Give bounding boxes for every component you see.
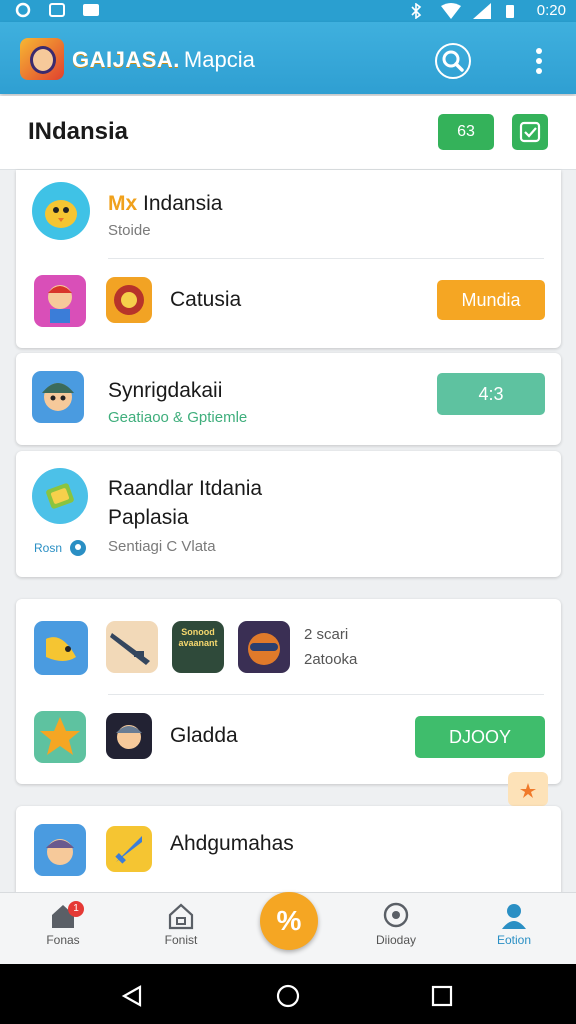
home-circle-icon[interactable] <box>276 984 300 1013</box>
system-navigation-bar <box>0 964 576 1024</box>
app-name: Catusia <box>170 288 242 311</box>
floating-chip[interactable] <box>508 772 548 806</box>
fab-button[interactable]: % <box>260 892 318 950</box>
back-icon[interactable] <box>120 984 144 1013</box>
search-button[interactable] <box>434 42 472 80</box>
app-card[interactable]: Ahdgumahas <box>16 806 561 906</box>
nav-label: Diioday <box>375 933 417 947</box>
character-app-icon <box>34 275 86 327</box>
game-thumbnail: Sonood avaanant <box>172 621 224 673</box>
signal-icon <box>472 2 491 19</box>
location-pin-icon <box>70 540 86 556</box>
app-card[interactable]: Sonood avaanant 2 scari 2atooka Gladda D… <box>16 599 561 784</box>
count-button[interactable]: 63 <box>438 114 494 150</box>
puzzle-app-icon <box>32 468 88 524</box>
app-name: Mx Indansia <box>108 192 222 216</box>
player-app-icon <box>32 371 84 423</box>
nav-label: Fonas <box>46 933 80 947</box>
nav-label: Eotion <box>496 933 532 947</box>
app-tag: Rosn <box>34 541 63 555</box>
notification-icon <box>14 2 32 18</box>
location-icon <box>383 902 409 928</box>
app-name-line2: Paplasia <box>108 506 189 529</box>
sword-app-icon <box>106 826 152 872</box>
nav-item-home[interactable]: 1 Fonas <box>18 901 108 947</box>
app-card[interactable]: Mx Indansia Stoide Catusia Mundia <box>16 170 561 348</box>
app-title: GAIJASA. Mapcia <box>72 47 255 73</box>
more-options-icon[interactable] <box>526 44 552 78</box>
kid-app-icon <box>34 824 86 876</box>
nav-label: Fonist <box>164 933 198 947</box>
recents-icon[interactable] <box>430 984 454 1013</box>
search-icon <box>435 43 471 79</box>
notification-badge: 1 <box>68 901 84 917</box>
thumbnail-text: Sonood avaanant <box>178 627 218 648</box>
hero-app-icon <box>106 713 152 759</box>
message-icon <box>48 2 66 18</box>
app-subtitle: Sentiagi C Vlata <box>108 538 216 555</box>
check-square-icon <box>519 121 541 143</box>
app-subtitle: Geatiaoo & Gptiemle <box>108 409 248 426</box>
app-card[interactable]: Synrigdakaii Geatiaoo & Gptiemle 4:3 <box>16 353 561 445</box>
meta-text: 2atooka <box>304 651 358 668</box>
battery-icon <box>505 3 523 19</box>
install-button[interactable]: DJOOY <box>415 716 545 758</box>
profile-icon <box>502 904 526 929</box>
weapon-thumbnail <box>106 621 158 673</box>
nav-item-location[interactable]: Diioday <box>351 901 441 947</box>
app-subtitle: Stoide <box>108 222 151 239</box>
app-bar: GAIJASA. Mapcia <box>0 22 576 94</box>
creature-thumbnail <box>238 621 290 673</box>
rating-button[interactable]: 4:3 <box>437 373 545 415</box>
app-name: Synrigdakaii <box>108 379 223 402</box>
store-icon <box>168 903 194 930</box>
title-bar: INdansia 63 <box>0 96 576 170</box>
app-name: Gladda <box>170 724 238 747</box>
app-card[interactable]: Rosn Raandlar Itdania Paplasia Sentiagi … <box>16 451 561 577</box>
bluetooth-icon <box>409 1 427 20</box>
action-button[interactable]: Mundia <box>437 280 545 320</box>
coin-app-icon <box>106 277 152 323</box>
app-name: Raandlar Itdania <box>108 477 263 500</box>
app-brand: GAIJASA. <box>72 47 180 72</box>
bird-app-icon <box>32 182 90 240</box>
app-subtitle: Mapcia <box>183 47 255 72</box>
check-button[interactable] <box>512 114 548 150</box>
nav-item-store[interactable]: Fonist <box>136 901 226 947</box>
app-name-highlight: Mx <box>108 192 138 215</box>
app-name: Ahdgumahas <box>170 832 294 855</box>
mail-icon <box>82 2 100 18</box>
fish-app-icon <box>34 621 88 675</box>
status-bar: 0:20 <box>0 0 576 22</box>
wifi-icon <box>440 2 461 19</box>
app-name-text: Indansia <box>143 192 223 215</box>
page-title: INdansia <box>28 118 129 145</box>
sparkle-icon <box>520 783 536 798</box>
star-app-icon <box>34 711 86 763</box>
meta-text: 2 scari <box>304 626 349 643</box>
nav-item-profile[interactable]: Eotion <box>469 901 559 947</box>
app-logo <box>20 38 64 80</box>
status-time: 0:20 <box>536 2 566 19</box>
